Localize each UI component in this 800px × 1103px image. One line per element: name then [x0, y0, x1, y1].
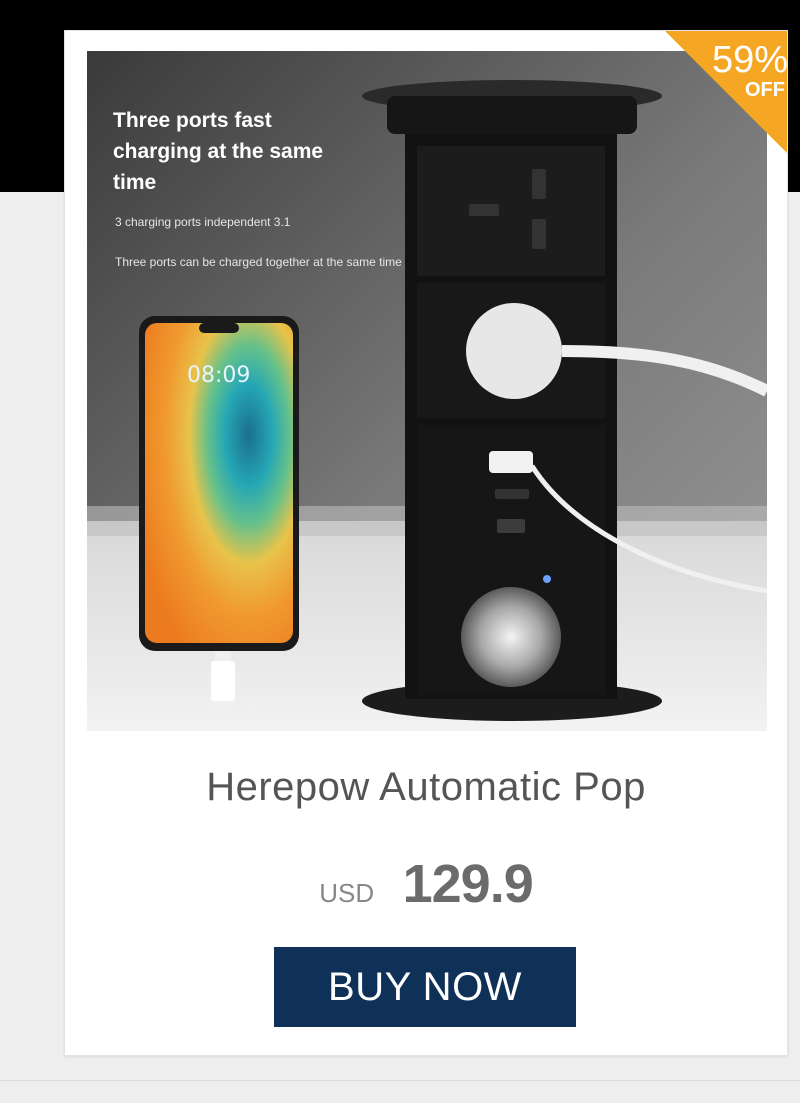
image-subtext-ports: 3 charging ports independent 3.1: [115, 215, 291, 229]
price-row: USD 129.9: [65, 853, 787, 915]
image-headline: Three ports fast charging at the same ti…: [113, 109, 324, 194]
product-title[interactable]: Herepow Automatic Pop: [65, 765, 787, 810]
discount-percent: 59%: [711, 39, 788, 81]
discount-off-label: OFF: [745, 79, 785, 101]
phone-clock: 08:09: [187, 363, 251, 388]
image-subtext-together: Three ports can be charged together at t…: [115, 255, 402, 269]
currency-label: USD: [319, 878, 375, 908]
buy-now-button[interactable]: BUY NOW: [274, 947, 576, 1027]
price-value: 129.9: [402, 854, 534, 914]
bottom-divider: [0, 1080, 800, 1081]
product-card[interactable]: Three ports fast charging at the same ti…: [64, 30, 788, 1056]
